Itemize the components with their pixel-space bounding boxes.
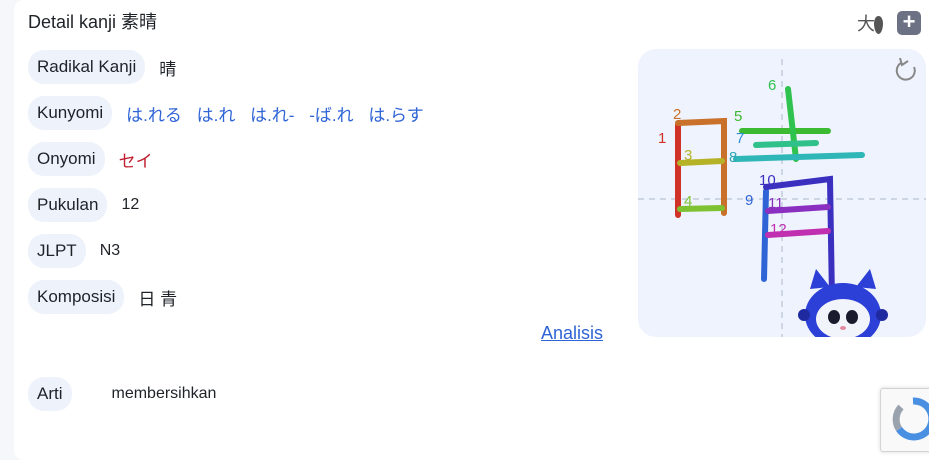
label-pukulan: Pukulan — [28, 188, 108, 222]
row-radikal: Radikal Kanji 晴 — [28, 50, 176, 84]
stroke-number: 10 — [759, 172, 776, 189]
stroke-order-panel: 1 2 3 4 5 6 7 8 9 10 11 12 — [638, 49, 926, 337]
stroke-number: 6 — [768, 77, 776, 94]
stroke-order-diagram: 1 2 3 4 5 6 7 8 9 10 11 12 — [638, 57, 926, 337]
label-kunyomi: Kunyomi — [28, 96, 113, 130]
stroke-number: 5 — [734, 108, 742, 125]
label-radikal: Radikal Kanji — [28, 50, 146, 84]
kunyomi-reading[interactable]: は.れ — [197, 106, 236, 125]
label-komposisi: Komposisi — [28, 280, 125, 314]
stroke-number: 11 — [768, 195, 784, 212]
row-onyomi: Onyomi セイ — [28, 142, 153, 176]
recaptcha-icon — [892, 397, 929, 441]
value-pukulan: 12 — [121, 196, 140, 213]
stroke-number: 7 — [736, 130, 744, 147]
stroke-number: 12 — [770, 221, 787, 238]
stroke-number: 4 — [684, 193, 692, 210]
replay-icon[interactable] — [895, 57, 916, 81]
value-jlpt: N3 — [99, 242, 121, 259]
page-title: Detail kanji 素晴 — [28, 12, 158, 32]
row-kunyomi: Kunyomi は.れる は.れ は.れ- -ば.れ は.らす — [28, 96, 434, 130]
recaptcha-badge[interactable] — [880, 388, 929, 452]
add-button[interactable]: + — [897, 11, 921, 35]
row-arti: Arti membersihkan — [28, 377, 216, 411]
kunyomi-reading[interactable]: は.らす — [368, 106, 423, 125]
mascot-image — [798, 269, 888, 337]
analisis-link[interactable]: Analisis — [541, 323, 603, 344]
value-komposisi[interactable]: 日 青 — [138, 285, 177, 310]
value-onyomi[interactable]: セイ — [119, 147, 153, 172]
kunyomi-reading[interactable]: は.れる — [126, 106, 182, 125]
label-jlpt: JLPT — [28, 234, 86, 268]
label-onyomi: Onyomi — [28, 142, 105, 176]
font-size-icon[interactable]: 大 — [857, 10, 885, 36]
value-arti: membersihkan — [111, 385, 217, 402]
stroke-number: 8 — [729, 149, 737, 166]
kunyomi-reading[interactable]: は.れ- — [250, 106, 294, 125]
top-toolbar: 大 + — [857, 10, 921, 36]
stroke-number: 2 — [673, 106, 681, 123]
label-arti: Arti — [28, 377, 72, 411]
row-pukulan: Pukulan 12 — [28, 188, 139, 222]
value-radikal: 晴 — [159, 59, 177, 79]
stroke-number: 3 — [684, 147, 692, 164]
row-komposisi: Komposisi 日 青 — [28, 280, 177, 314]
value-kunyomi: は.れる は.れ は.れ- -ば.れ は.らす — [126, 101, 434, 126]
stroke-number: 9 — [745, 192, 753, 209]
stroke-number: 1 — [658, 130, 666, 147]
row-jlpt: JLPT N3 — [28, 234, 120, 268]
kunyomi-reading[interactable]: -ば.れ — [309, 106, 353, 125]
